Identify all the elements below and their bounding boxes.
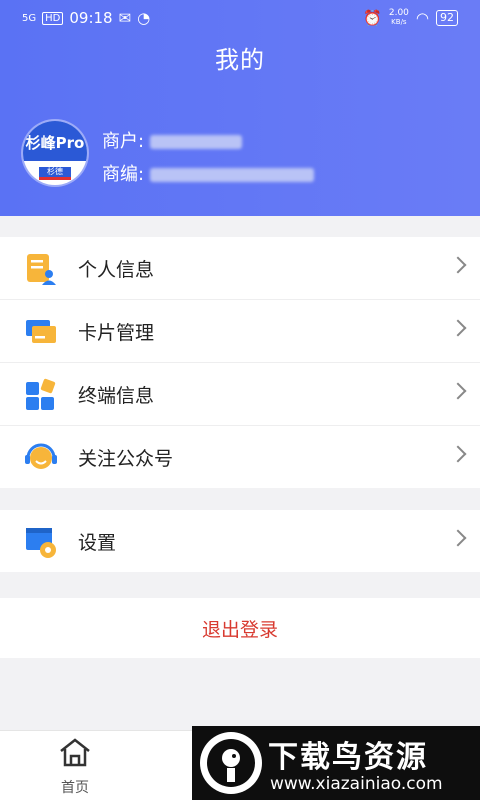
alarm-icon: ⏰: [363, 9, 382, 27]
chevron-right-icon: [449, 256, 467, 274]
home-icon: [60, 738, 90, 767]
menu-item-settings[interactable]: 设置: [0, 510, 480, 572]
merchant-redacted: [150, 135, 243, 149]
net-speed-value: 2.00: [388, 8, 409, 18]
avatar-brand: 杉峰Pro: [25, 134, 85, 152]
terminal-apps-icon: [26, 378, 56, 410]
merchant-code-redacted: [150, 168, 315, 182]
battery-level: 92: [436, 10, 458, 26]
watermark-banner: 下载鸟资源 www.xiazainiao.com: [192, 726, 480, 800]
wechat-icon: ✉: [118, 9, 132, 27]
cards-icon: [26, 320, 56, 343]
avatar[interactable]: 杉峰Pro 杉德: [23, 121, 87, 185]
menu-label: 设置: [78, 531, 117, 554]
menu-group-main: 个人信息 卡片管理 终端信息 关注公众号: [0, 237, 480, 488]
watermark-logo: [200, 732, 262, 794]
chevron-right-icon: [449, 445, 467, 463]
watermark-title: 下载鸟资源: [268, 740, 428, 775]
tab-home[interactable]: 首页: [50, 737, 100, 797]
status-bar: 5G HD 09:18 ✉ ◔ ⏰ 2.00 KB/s ◠ 92: [0, 0, 480, 36]
watermark-url: www.xiazainiao.com: [270, 774, 443, 794]
profile-card-icon: [27, 254, 56, 285]
menu-label: 个人信息: [78, 258, 155, 281]
logout-button[interactable]: 退出登录: [0, 598, 480, 658]
merchant-label: 商户:: [102, 131, 145, 152]
avatar-sub: 杉德: [47, 167, 63, 176]
page-title: 我的: [215, 46, 265, 74]
signal-indicator: 5G: [22, 12, 37, 24]
menu-item-card-management[interactable]: 卡片管理: [0, 300, 480, 363]
tab-home-label: 首页: [61, 780, 89, 796]
merchant-code-label: 商编:: [102, 164, 145, 185]
chevron-right-icon: [449, 319, 467, 337]
chevron-right-icon: [449, 382, 467, 400]
profile-header: 5G HD 09:18 ✉ ◔ ⏰ 2.00 KB/s ◠ 92 我的 杉峰Pr…: [0, 0, 480, 216]
menu-item-personal-info[interactable]: 个人信息: [0, 237, 480, 300]
menu-group-settings: 设置: [0, 510, 480, 572]
notification-icon: ◔: [137, 9, 151, 27]
menu-label: 关注公众号: [78, 447, 174, 470]
menu-item-follow-account[interactable]: 关注公众号: [0, 426, 480, 488]
menu-item-terminal-info[interactable]: 终端信息: [0, 363, 480, 426]
menu-label: 卡片管理: [78, 321, 155, 344]
merchant-code: 商编:: [102, 160, 315, 186]
clock: 09:18: [69, 9, 113, 27]
bird-icon: [207, 739, 255, 787]
wifi-icon: ◠: [415, 9, 429, 27]
net-speed-unit: KB/s: [391, 18, 407, 26]
settings-window-icon: [26, 528, 56, 558]
hd-badge: HD: [42, 11, 64, 25]
headset-icon: [25, 443, 57, 469]
merchant-name: 商户:: [102, 127, 243, 153]
menu-label: 终端信息: [78, 384, 155, 407]
chevron-right-icon: [449, 529, 467, 547]
